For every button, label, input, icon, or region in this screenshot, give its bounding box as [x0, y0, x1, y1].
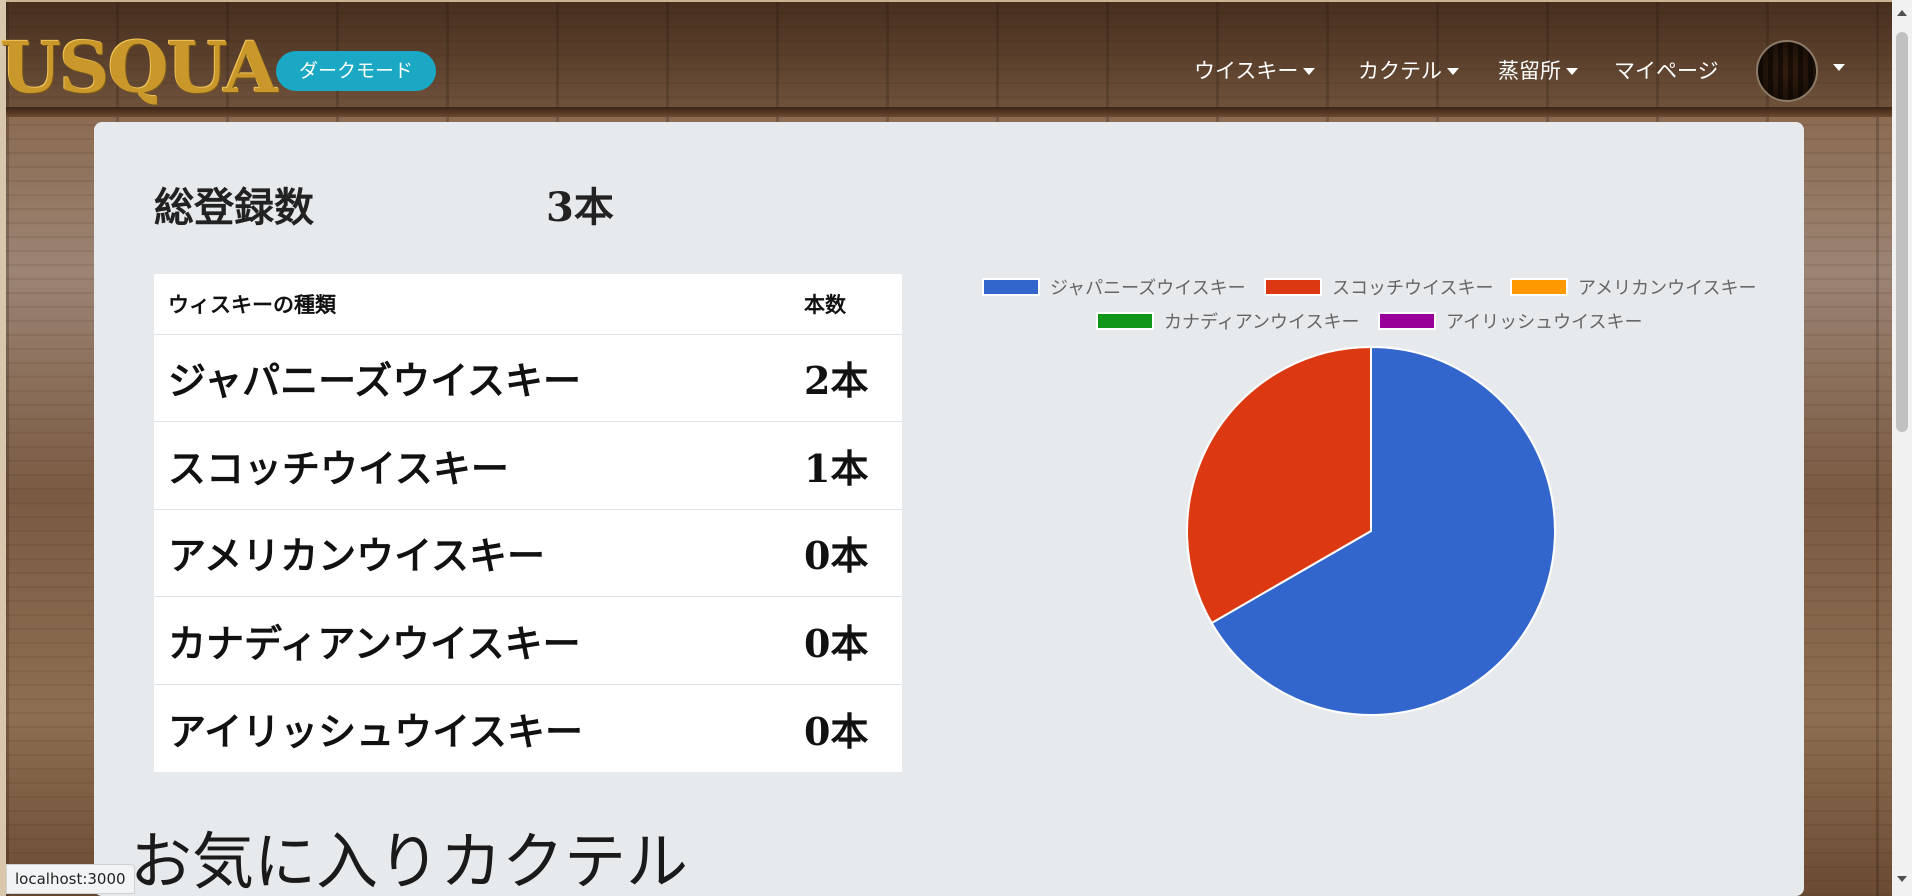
avatar-caret-down-icon[interactable] — [1833, 64, 1845, 71]
table-row: スコッチウイスキー 1本 — [154, 421, 902, 510]
user-avatar[interactable] — [1756, 40, 1818, 102]
row-count: 0本 — [804, 708, 869, 754]
legend-swatch — [1264, 278, 1322, 296]
table-row: ジャパニーズウイスキー 2本 — [154, 334, 902, 423]
caret-down-icon — [1303, 67, 1316, 75]
total-count-value: 3本 — [546, 184, 614, 231]
table-row: アメリカンウイスキー 0本 — [154, 509, 902, 598]
whisky-type-table: ウィスキーの種類 本数 ジャパニーズウイスキー 2本 スコッチウイスキー 1本 … — [154, 274, 902, 772]
status-bar-url: localhost:3000 — [6, 864, 135, 894]
caret-down-icon — [1447, 67, 1459, 75]
header-type: ウィスキーの種類 — [154, 274, 794, 335]
nav-mypage-label: マイページ — [1614, 59, 1719, 83]
legend-item[interactable]: カナディアンウイスキー — [1096, 310, 1360, 333]
nav-whisky-label: ウイスキー — [1194, 59, 1299, 83]
header-count: 本数 — [794, 274, 902, 335]
legend-item[interactable]: スコッチウイスキー — [1264, 276, 1494, 299]
legend-swatch — [1096, 312, 1154, 330]
legend-swatch — [1378, 312, 1436, 330]
row-type: スコッチウイスキー — [154, 421, 794, 510]
legend-item[interactable]: ジャパニーズウイスキー — [982, 276, 1246, 299]
row-count: 0本 — [794, 509, 902, 598]
dark-mode-toggle-button[interactable]: ダークモード — [276, 51, 436, 91]
row-count: 1本 — [794, 421, 902, 510]
nav-cocktail-dropdown[interactable]: カクテル — [1358, 55, 1459, 87]
legend-swatch — [982, 278, 1040, 296]
legend-label: アイリッシュウイスキー — [1446, 312, 1643, 333]
row-count: 0本 — [794, 596, 902, 685]
legend-item[interactable]: アイリッシュウイスキー — [1378, 310, 1643, 333]
favorite-cocktails-title: お気に入りカクテル — [130, 825, 689, 896]
brand-logo[interactable]: USQUA — [0, 28, 278, 108]
scrollbar-thumb[interactable] — [1896, 32, 1908, 432]
legend-swatch — [1510, 278, 1568, 296]
row-type: ジャパニーズウイスキー — [154, 334, 794, 423]
row-type: アイリッシュウイスキー — [168, 708, 583, 754]
nav-cocktail-label: カクテル — [1358, 59, 1442, 83]
nav-whisky-dropdown[interactable]: ウイスキー — [1194, 55, 1316, 87]
total-count-label: 総登録数 — [154, 184, 314, 231]
scroll-up-arrow-icon[interactable] — [1897, 10, 1907, 16]
row-type: カナディアンウイスキー — [154, 596, 794, 685]
table-row: カナディアンウイスキー 0本 — [154, 596, 902, 685]
nav-distillery-label: 蒸留所 — [1498, 59, 1561, 83]
table-row: アイリッシュウイスキー 0本 — [154, 684, 902, 772]
row-count: 2本 — [794, 334, 902, 423]
legend-item[interactable]: アメリカンウイスキー — [1510, 276, 1757, 299]
row-type: アメリカンウイスキー — [154, 509, 794, 598]
nav-distillery-dropdown[interactable]: 蒸留所 — [1498, 55, 1578, 87]
whisky-pie-chart[interactable] — [1184, 344, 1558, 718]
legend-label: スコッチウイスキー — [1332, 278, 1494, 299]
wood-shadow-band — [6, 107, 1892, 117]
legend-label: ジャパニーズウイスキー — [1050, 278, 1246, 299]
table-header-row: ウィスキーの種類 本数 — [154, 274, 902, 335]
caret-down-icon — [1566, 67, 1578, 75]
scroll-down-arrow-icon[interactable] — [1897, 876, 1907, 882]
legend-label: カナディアンウイスキー — [1164, 312, 1360, 333]
nav-mypage-link[interactable]: マイページ — [1614, 55, 1719, 87]
legend-label: アメリカンウイスキー — [1578, 278, 1757, 299]
